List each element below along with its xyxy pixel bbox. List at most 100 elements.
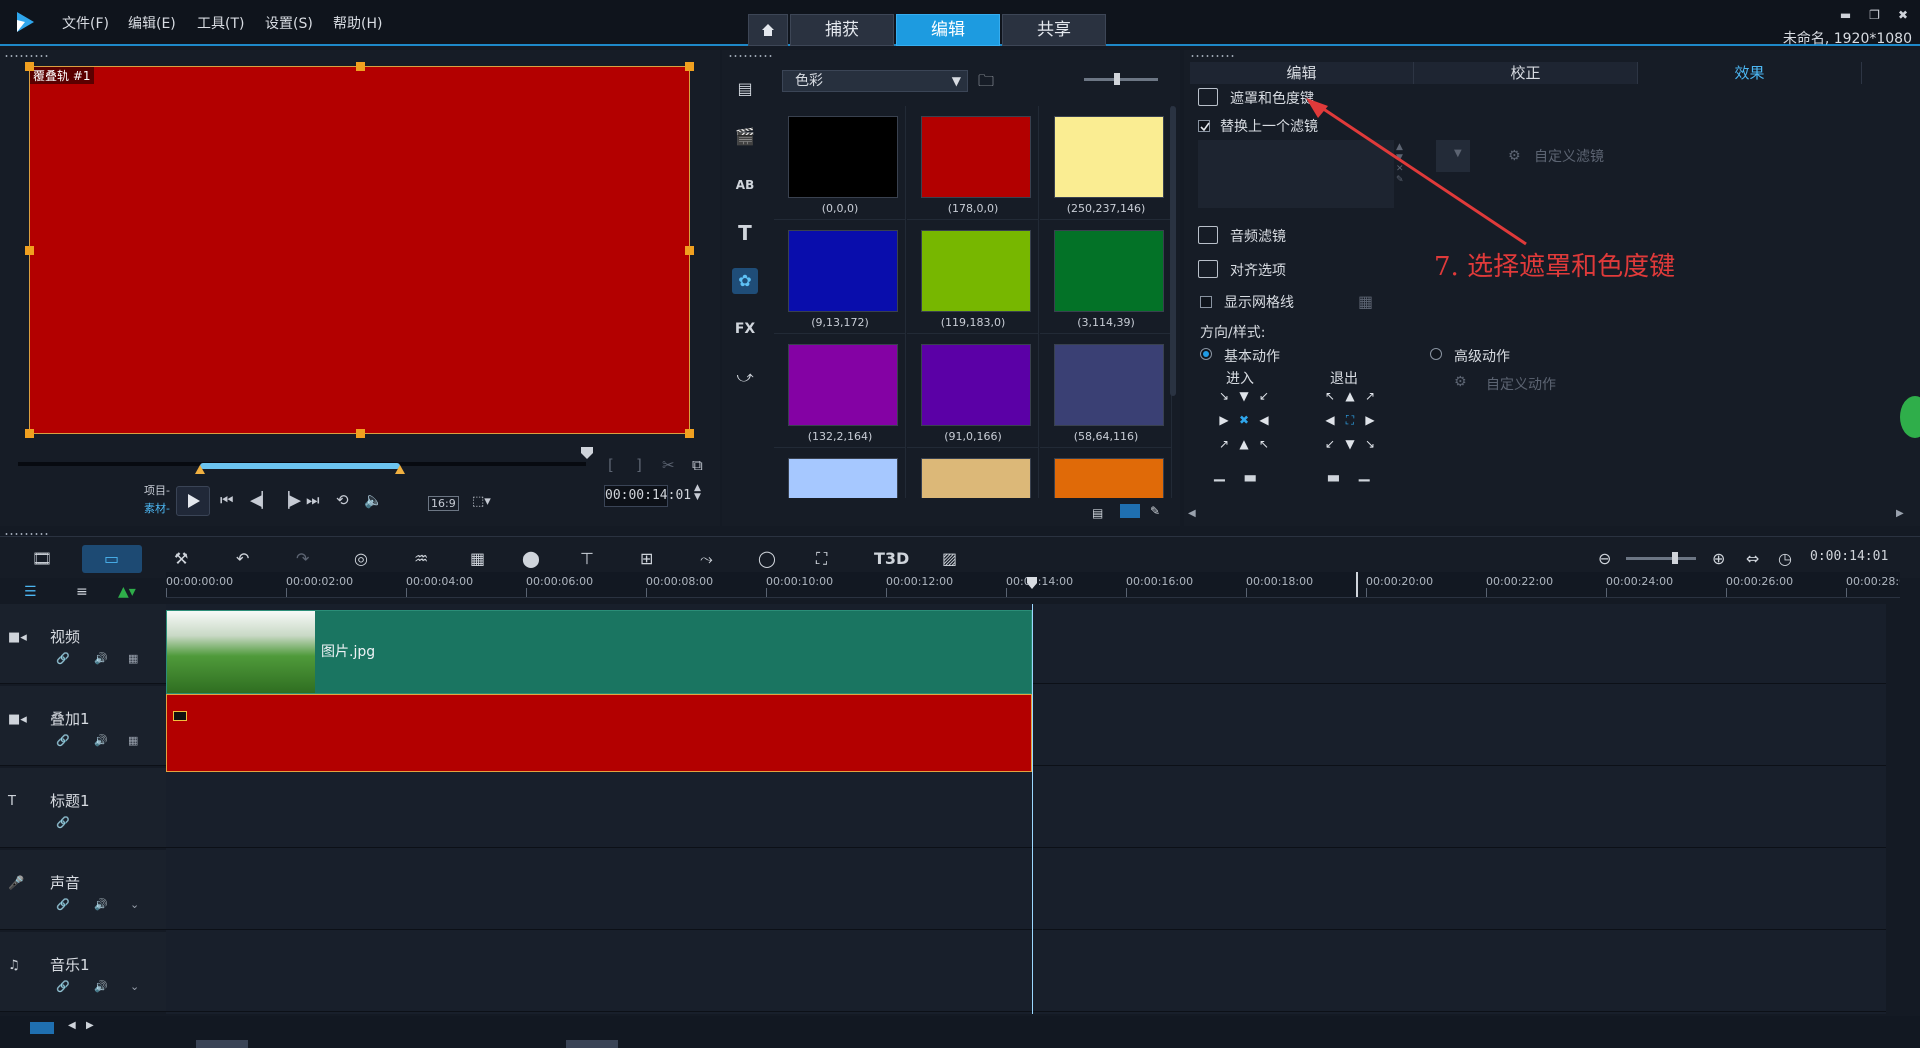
track-header-video[interactable]: ■◂ 视频 🔗 🔊 ▦ xyxy=(0,604,166,684)
menu-settings[interactable]: 设置(S) xyxy=(265,13,313,33)
swatch-item[interactable]: (0,0,0) xyxy=(774,106,906,220)
arrow-icon[interactable]: ▼ xyxy=(1340,432,1360,456)
mute-icon[interactable]: 🔊 xyxy=(94,734,108,747)
arrow-icon[interactable]: ◀ xyxy=(1254,408,1274,432)
motion-tracking-icon[interactable]: ⬤ xyxy=(522,549,540,568)
clip-mode-label[interactable]: 素材- xyxy=(144,500,170,516)
minimize-icon[interactable]: ▬ xyxy=(1840,8,1851,22)
playhead-line[interactable] xyxy=(1032,604,1033,1014)
tracks-scrollbar[interactable] xyxy=(1886,604,1900,1014)
scrubber-head-icon[interactable] xyxy=(580,446,594,460)
timeline-ruler[interactable]: 00:00:00:00 00:00:02:00 00:00:04:00 00:0… xyxy=(166,572,1900,598)
sound-mixer-icon[interactable]: ♒ xyxy=(414,549,428,568)
arrow-icon[interactable]: ▶ xyxy=(1214,408,1234,432)
crop-dropdown-icon[interactable]: ⬚▾ xyxy=(472,494,491,509)
swatch-item[interactable]: (119,183,0) xyxy=(907,220,1039,334)
subtitle-editor-icon[interactable]: ⊤ xyxy=(580,549,594,568)
time-remapping-icon[interactable]: ⤳ xyxy=(700,549,713,569)
options-toggle-icon[interactable]: ✎ xyxy=(1150,504,1160,518)
swatch-item[interactable] xyxy=(1040,448,1172,498)
video-clip[interactable]: 图片.jpg xyxy=(166,610,1032,694)
arrow-icon[interactable]: ↙ xyxy=(1254,384,1274,408)
preview-canvas[interactable]: 覆叠轨 #1 xyxy=(25,62,694,438)
instant-project-icon[interactable]: 🎬 xyxy=(732,124,758,150)
ripple-edit-icon[interactable]: ▲▾ xyxy=(118,584,136,600)
resize-handle[interactable] xyxy=(25,429,34,438)
link-icon[interactable]: 🔗 xyxy=(56,652,70,665)
repeat-icon[interactable]: ⟲ xyxy=(336,491,349,509)
arrow-icon[interactable]: ▲ xyxy=(1234,432,1254,456)
arrow-icon[interactable]: ▲ xyxy=(1340,384,1360,408)
mask-creator-icon[interactable]: ◯ xyxy=(758,549,776,568)
arrow-icon[interactable]: ↖ xyxy=(1254,432,1274,456)
swatch-item[interactable] xyxy=(907,448,1039,498)
volume-icon[interactable]: 🔈 xyxy=(364,491,383,509)
menu-tools[interactable]: 工具(T) xyxy=(197,13,244,33)
next-frame-icon[interactable]: ▕▶ xyxy=(278,491,301,509)
link-icon[interactable]: 🔗 xyxy=(56,816,70,829)
basic-motion-radio[interactable] xyxy=(1200,348,1212,360)
color-swatch[interactable] xyxy=(1054,116,1164,198)
mark-out-handle[interactable] xyxy=(395,465,405,474)
slider-thumb[interactable] xyxy=(1672,552,1678,564)
auto-music-icon[interactable]: ▦ xyxy=(470,549,485,568)
color-swatch[interactable] xyxy=(788,458,898,498)
expand-icon[interactable]: ⌄ xyxy=(130,898,139,911)
arrow-icon[interactable]: ↘ xyxy=(1360,432,1380,456)
3d-title-icon[interactable]: T3D xyxy=(874,549,909,568)
library-category-dropdown[interactable]: 色彩 ▼ xyxy=(782,70,968,92)
zoom-out-icon[interactable]: ⊖ xyxy=(1598,549,1611,568)
tab-capture[interactable]: 捕获 xyxy=(790,14,894,46)
arrow-icon[interactable]: ↙ xyxy=(1320,432,1340,456)
pan-zoom-icon[interactable]: ⛶ xyxy=(816,549,827,569)
show-grid-checkbox[interactable] xyxy=(1200,296,1212,308)
add-remove-chapter-icon[interactable]: ≡ xyxy=(76,584,88,600)
menu-help[interactable]: 帮助(H) xyxy=(333,13,382,33)
track-header-voice[interactable]: 🎤 声音 🔗 🔊 ⌄ xyxy=(0,850,166,930)
playhead-handle-icon[interactable] xyxy=(1026,576,1038,590)
preview-timecode[interactable]: 00:00:14:01 xyxy=(604,485,691,507)
motion-path-icon[interactable]: ⤻ xyxy=(732,364,758,390)
tab-edit-options[interactable]: 编辑 xyxy=(1190,62,1414,84)
graphics-icon[interactable]: ✿ xyxy=(732,268,758,294)
align-options-button[interactable]: 对齐选项 xyxy=(1230,260,1286,280)
slider-thumb[interactable] xyxy=(1114,73,1120,85)
custom-motion-button[interactable]: 自定义动作 xyxy=(1486,374,1556,394)
resize-handle[interactable] xyxy=(25,62,34,71)
aspect-ratio-button[interactable]: 16:9 xyxy=(428,496,459,511)
enlarge-preview-icon[interactable]: ⧉ xyxy=(692,456,703,474)
tile-icon[interactable]: ▦ xyxy=(128,734,138,747)
track-manager-icon[interactable]: ☰ xyxy=(24,584,37,600)
color-swatch[interactable] xyxy=(921,344,1031,426)
arrow-icon[interactable]: ↗ xyxy=(1360,384,1380,408)
panel-grip[interactable] xyxy=(728,54,774,58)
undo-icon[interactable]: ↶ xyxy=(236,549,249,568)
color-swatch[interactable] xyxy=(788,116,898,198)
mute-icon[interactable]: 🔊 xyxy=(94,898,108,911)
title-icon[interactable]: T xyxy=(732,220,758,246)
restore-icon[interactable]: ❐ xyxy=(1869,8,1880,22)
audio-filter-icon[interactable] xyxy=(1198,226,1218,244)
replace-filter-checkbox[interactable] xyxy=(1198,120,1210,132)
custom-motion-icon[interactable]: ⚙ xyxy=(1454,374,1467,390)
tools-icon[interactable]: ⚒ xyxy=(174,549,188,568)
voice-lane[interactable] xyxy=(166,850,1900,930)
resize-handle[interactable] xyxy=(685,62,694,71)
arrow-icon[interactable]: ↖ xyxy=(1320,384,1340,408)
tab-share[interactable]: 共享 xyxy=(1002,14,1106,46)
split-clip-icon[interactable]: ✂ xyxy=(662,456,675,474)
swatch-item[interactable]: (132,2,164) xyxy=(774,334,906,448)
resize-handle[interactable] xyxy=(356,429,365,438)
track-header-title[interactable]: T 标题1 🔗 xyxy=(0,768,166,848)
link-icon[interactable]: 🔗 xyxy=(56,734,70,747)
link-icon[interactable]: 🔗 xyxy=(56,898,70,911)
tab-correction[interactable]: 校正 xyxy=(1414,62,1638,84)
mark-in-handle[interactable] xyxy=(195,465,205,474)
arrow-icon[interactable]: ▶ xyxy=(1360,408,1380,432)
swatch-item[interactable]: (91,0,166) xyxy=(907,334,1039,448)
tab-effect[interactable]: 效果 xyxy=(1638,62,1862,84)
redo-icon[interactable]: ↷ xyxy=(296,549,309,568)
mark-out-icon[interactable]: ] xyxy=(636,456,642,474)
record-capture-icon[interactable]: ◎ xyxy=(354,549,368,568)
swatch-item[interactable]: (178,0,0) xyxy=(907,106,1039,220)
